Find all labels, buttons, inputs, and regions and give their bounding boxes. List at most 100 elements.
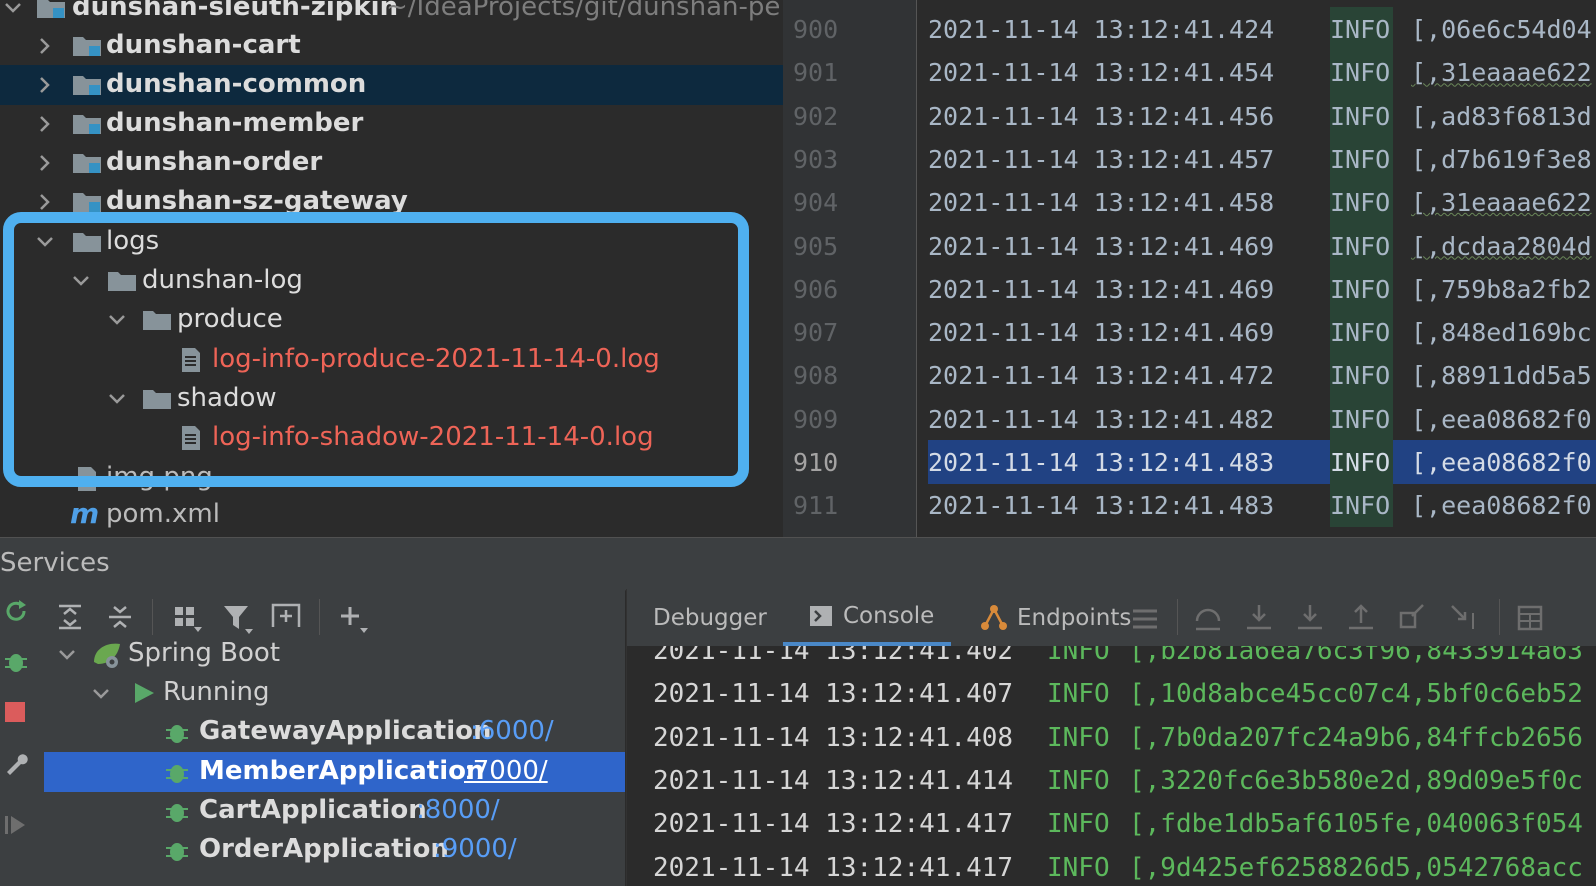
module-folder-icon xyxy=(73,193,101,212)
log-level: INFO xyxy=(1330,318,1391,348)
editor-line[interactable]: 904 2021-11-14 13:12:41.458 INFO [,31eaaae6… xyxy=(783,180,1596,225)
run-to-cursor-icon[interactable] xyxy=(1449,603,1479,631)
service-gateway-application[interactable]: GatewayApplication :6000/ xyxy=(44,712,625,752)
step-into-icon[interactable] xyxy=(1296,603,1324,631)
wrench-icon[interactable] xyxy=(2,749,30,777)
tree-item-dunshan-common[interactable]: dunshan-common xyxy=(0,65,783,105)
service-order-application[interactable]: OrderApplication :9000/ xyxy=(44,830,625,870)
module-folder-icon xyxy=(37,0,65,18)
service-member-application[interactable]: MemberApplication :7000/ xyxy=(44,752,625,792)
folder-icon xyxy=(143,311,171,330)
endpoints-icon xyxy=(981,604,1007,630)
drop-frame-icon[interactable] xyxy=(1398,603,1426,631)
stop-icon[interactable] xyxy=(4,701,26,723)
service-name: OrderApplication xyxy=(199,834,449,864)
editor-line[interactable]: 903 2021-11-14 13:12:41.457 INFO [,d7b619f3… xyxy=(783,136,1596,181)
log-level: INFO xyxy=(1330,144,1391,174)
tree-item-dunshan-order[interactable]: dunshan-order xyxy=(0,143,783,183)
log-trace-context: [,eea08682f0 xyxy=(1411,404,1592,434)
service-port-link[interactable]: :9000/ xyxy=(433,834,517,864)
log-timestamp: 2021-11-14 13:12:41.457 xyxy=(928,144,1275,174)
module-folder-icon xyxy=(73,76,101,95)
service-cart-application[interactable]: CartApplication :8000/ xyxy=(44,791,625,831)
tree-item-produce[interactable]: produce xyxy=(0,300,783,340)
tab-label: Endpoints xyxy=(1017,604,1132,631)
editor-line[interactable]: 909 2021-11-14 13:12:41.482 INFO [,eea08682… xyxy=(783,396,1596,441)
collapse-all-icon[interactable] xyxy=(106,603,134,631)
tree-item-label: dunshan-order xyxy=(106,147,323,177)
console-output[interactable]: 2021-11-14 13:12:41.402 INFO [,b2b81a6ea76… xyxy=(626,646,1596,886)
tree-item-shadow[interactable]: shadow xyxy=(0,379,783,419)
editor-line[interactable]: 901 2021-11-14 13:12:41.454 INFO [,31eaaae6… xyxy=(783,50,1596,95)
image-file-icon xyxy=(78,467,96,491)
add-service-icon[interactable] xyxy=(338,603,370,635)
log-timestamp: 2021-11-14 13:12:41.414 xyxy=(653,765,1014,796)
editor-line[interactable]: 905 2021-11-14 13:12:41.469 INFO [,dcdaa280… xyxy=(783,223,1596,268)
editor-line[interactable]: 900 2021-11-14 13:12:41.424 INFO [,06e6c54d… xyxy=(783,7,1596,51)
tree-item-logs[interactable]: logs xyxy=(0,222,783,262)
module-folder-icon xyxy=(73,154,101,173)
tree-item-running[interactable]: Running xyxy=(44,673,625,713)
service-port-link[interactable]: :8000/ xyxy=(416,795,500,825)
tree-item-produce-log-file[interactable]: log-info-produce-2021-11-14-0.log xyxy=(0,340,783,380)
service-port-link[interactable]: :6000/ xyxy=(470,716,554,746)
log-trace-context: [,10d8abce45cc07c4,5bf0c6eb52 xyxy=(1129,679,1583,710)
log-level: INFO xyxy=(1047,765,1110,796)
tree-item-label: dunshan-common xyxy=(106,69,367,99)
step-over-icon[interactable] xyxy=(1245,603,1273,631)
log-level: INFO xyxy=(1047,646,1110,666)
group-by-icon[interactable] xyxy=(172,603,202,633)
editor-line[interactable]: 906 2021-11-14 13:12:41.469 INFO [,759b8a2f… xyxy=(783,266,1596,311)
tree-item-dunshan-sz-gateway[interactable]: dunshan-sz-gateway xyxy=(0,182,783,222)
spring-boot-icon xyxy=(94,643,120,668)
log-timestamp: 2021-11-14 13:12:41.454 xyxy=(928,58,1275,88)
chevron-down-icon xyxy=(109,394,125,404)
tree-item-shadow-log-file[interactable]: log-info-shadow-2021-11-14-0.log xyxy=(0,418,783,458)
log-level: INFO xyxy=(1047,722,1110,753)
bug-icon xyxy=(166,765,188,783)
step-out-icon[interactable] xyxy=(1347,603,1375,631)
folder-icon xyxy=(108,272,136,291)
tree-item-spring-boot[interactable]: Spring Boot xyxy=(44,634,625,674)
new-tab-icon[interactable] xyxy=(270,601,302,631)
tab-debugger[interactable]: Debugger xyxy=(653,589,767,646)
log-timestamp: 2021-11-14 13:12:41.402 xyxy=(653,646,1014,666)
tab-endpoints[interactable]: Endpoints xyxy=(979,589,1131,646)
log-editor[interactable]: 900 2021-11-14 13:12:41.424 INFO [,06e6c54d… xyxy=(783,0,1596,537)
rerun-icon[interactable] xyxy=(2,597,30,625)
line-number: 906 xyxy=(793,274,839,304)
line-number: 909 xyxy=(793,404,839,434)
editor-line[interactable]: 910 2021-11-14 13:12:41.483 INFO [,eea08682… xyxy=(783,440,1596,484)
editor-line[interactable]: 907 2021-11-14 13:12:41.469 INFO [,848ed169… xyxy=(783,310,1596,355)
menu-icon[interactable] xyxy=(1131,607,1159,631)
tree-item-dunshan-member[interactable]: dunshan-member xyxy=(0,104,783,144)
show-execution-point-icon[interactable] xyxy=(1194,605,1222,631)
log-timestamp: 2021-11-14 13:12:41.424 xyxy=(928,15,1275,44)
module-folder-icon xyxy=(73,37,101,56)
debug-icon[interactable] xyxy=(2,647,30,675)
tree-item-label: logs xyxy=(106,226,160,256)
tree-item-dunshan-log[interactable]: dunshan-log xyxy=(0,261,783,301)
editor-line[interactable]: 908 2021-11-14 13:12:41.472 INFO [,88911dd5… xyxy=(783,353,1596,398)
module-folder-icon xyxy=(73,115,101,134)
console-line: 2021-11-14 13:12:41.402 INFO [,b2b81a6ea76… xyxy=(653,646,1583,680)
tree-root-row[interactable]: dunshan-sleuth-zipkin ~/IdeaProjects/git… xyxy=(0,0,783,28)
evaluate-expression-icon[interactable] xyxy=(1517,605,1543,631)
tree-item-dunshan-cart[interactable]: dunshan-cart xyxy=(0,26,783,66)
tab-console[interactable]: Console xyxy=(783,589,951,646)
resume-icon[interactable] xyxy=(2,811,30,839)
tab-label: Console xyxy=(843,602,935,629)
log-timestamp: 2021-11-14 13:12:41.417 xyxy=(653,852,1014,883)
toolbar-divider xyxy=(319,599,320,635)
editor-line[interactable]: 911 2021-11-14 13:12:41.483 INFO [,eea08682… xyxy=(783,483,1596,528)
line-number: 911 xyxy=(793,491,839,521)
expand-all-icon[interactable] xyxy=(56,603,84,631)
tree-item-pom-xml[interactable]: m pom.xml xyxy=(0,497,783,537)
service-port-link[interactable]: :7000/ xyxy=(464,756,548,786)
chevron-right-icon xyxy=(40,155,50,171)
filter-icon[interactable] xyxy=(222,603,254,635)
tree-item-img-png[interactable]: img.png xyxy=(0,462,783,502)
tab-label: Debugger xyxy=(653,604,767,631)
editor-line[interactable]: 902 2021-11-14 13:12:41.456 INFO [,ad83f681… xyxy=(783,93,1596,138)
bug-icon xyxy=(166,725,188,743)
